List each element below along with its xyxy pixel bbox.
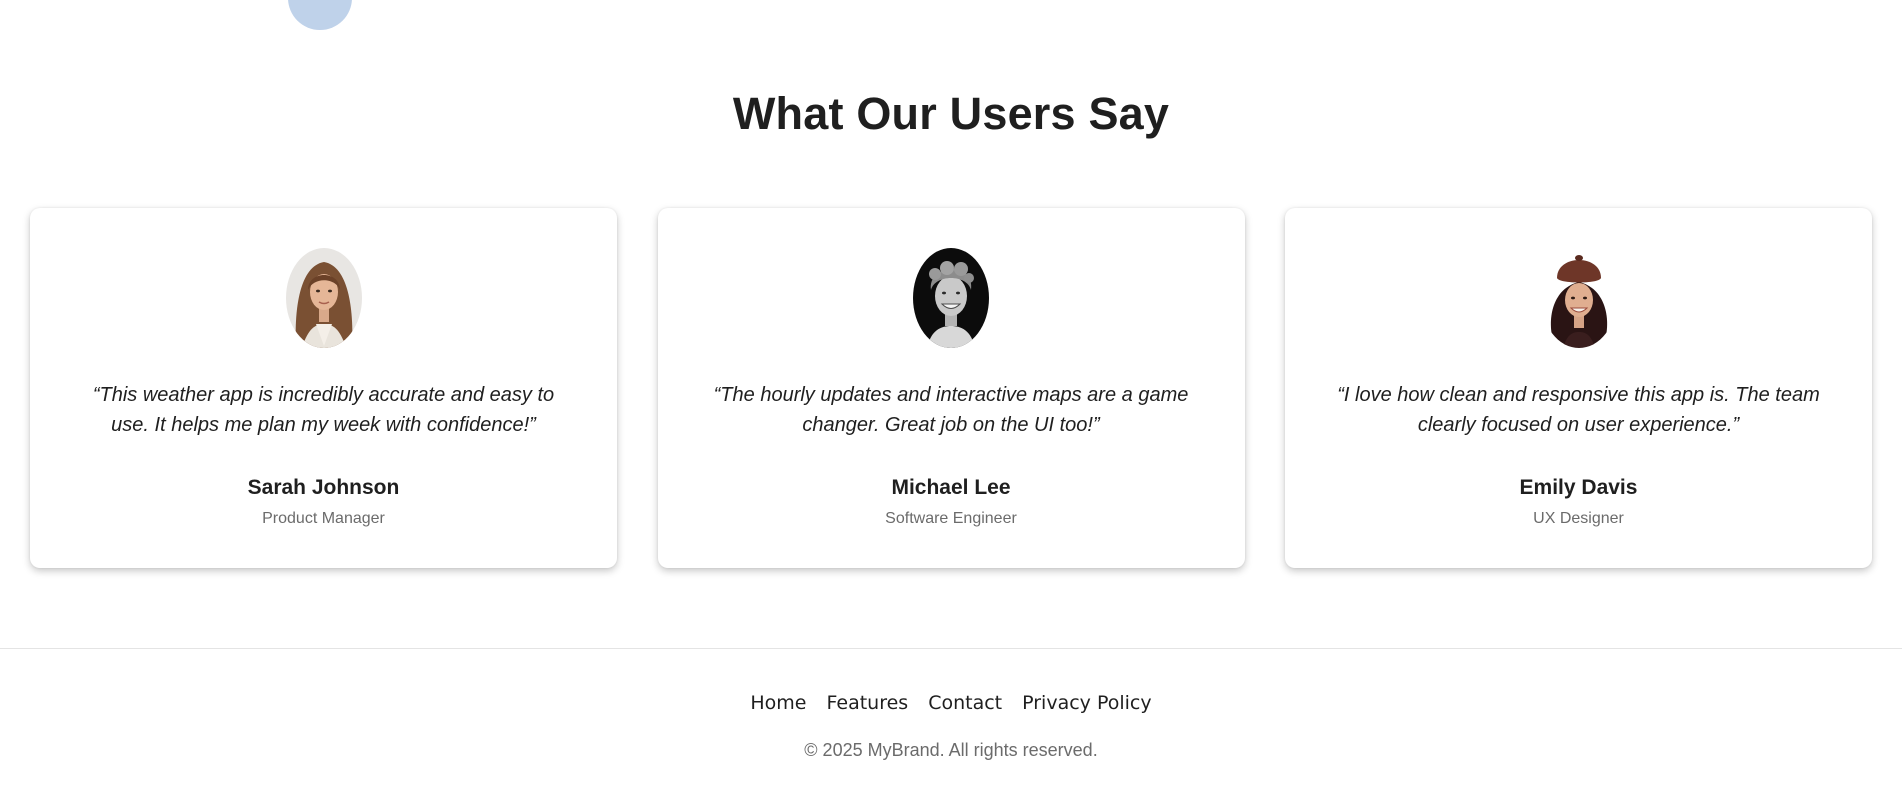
testimonial-name: Emily Davis — [1519, 476, 1638, 499]
testimonial-card: “This weather app is incredibly accurate… — [30, 208, 617, 568]
footer-link-contact[interactable]: Contact — [928, 692, 1002, 714]
testimonial-role: UX Designer — [1533, 510, 1624, 527]
decorative-circle — [288, 0, 352, 30]
footer-divider — [0, 648, 1902, 649]
avatar-photo-woman-icon — [285, 248, 362, 348]
testimonial-name: Sarah Johnson — [247, 476, 400, 499]
footer-link-features[interactable]: Features — [827, 692, 909, 714]
avatar — [1540, 248, 1617, 348]
testimonial-card: “The hourly updates and interactive maps… — [657, 208, 1245, 568]
avatar-photo-woman-hat-icon — [1540, 248, 1617, 348]
testimonial-card: “I love how clean and responsive this ap… — [1285, 208, 1872, 568]
avatar — [285, 248, 362, 348]
testimonial-cards: “This weather app is incredibly accurate… — [30, 208, 1872, 568]
testimonials-page: What Our Users Say “This weather app is … — [0, 0, 1902, 797]
testimonial-name: Michael Lee — [891, 476, 1011, 499]
testimonial-role: Product Manager — [262, 510, 385, 527]
testimonial-quote: “This weather app is incredibly accurate… — [92, 384, 555, 436]
testimonial-quote: “I love how clean and responsive this ap… — [1337, 384, 1820, 436]
avatar-photo-man-icon — [913, 248, 989, 348]
testimonial-quote: “The hourly updates and interactive maps… — [713, 384, 1189, 436]
footer-link-home[interactable]: Home — [750, 692, 806, 714]
testimonial-role: Software Engineer — [885, 510, 1017, 527]
footer-link-privacy-policy[interactable]: Privacy Policy — [1022, 692, 1151, 714]
avatar — [913, 248, 989, 348]
section-title: What Our Users Say — [732, 88, 1170, 139]
footer-copyright: © 2025 MyBrand. All rights reserved. — [804, 740, 1098, 760]
footer-nav: Home Features Contact Privacy Policy — [0, 692, 1902, 714]
